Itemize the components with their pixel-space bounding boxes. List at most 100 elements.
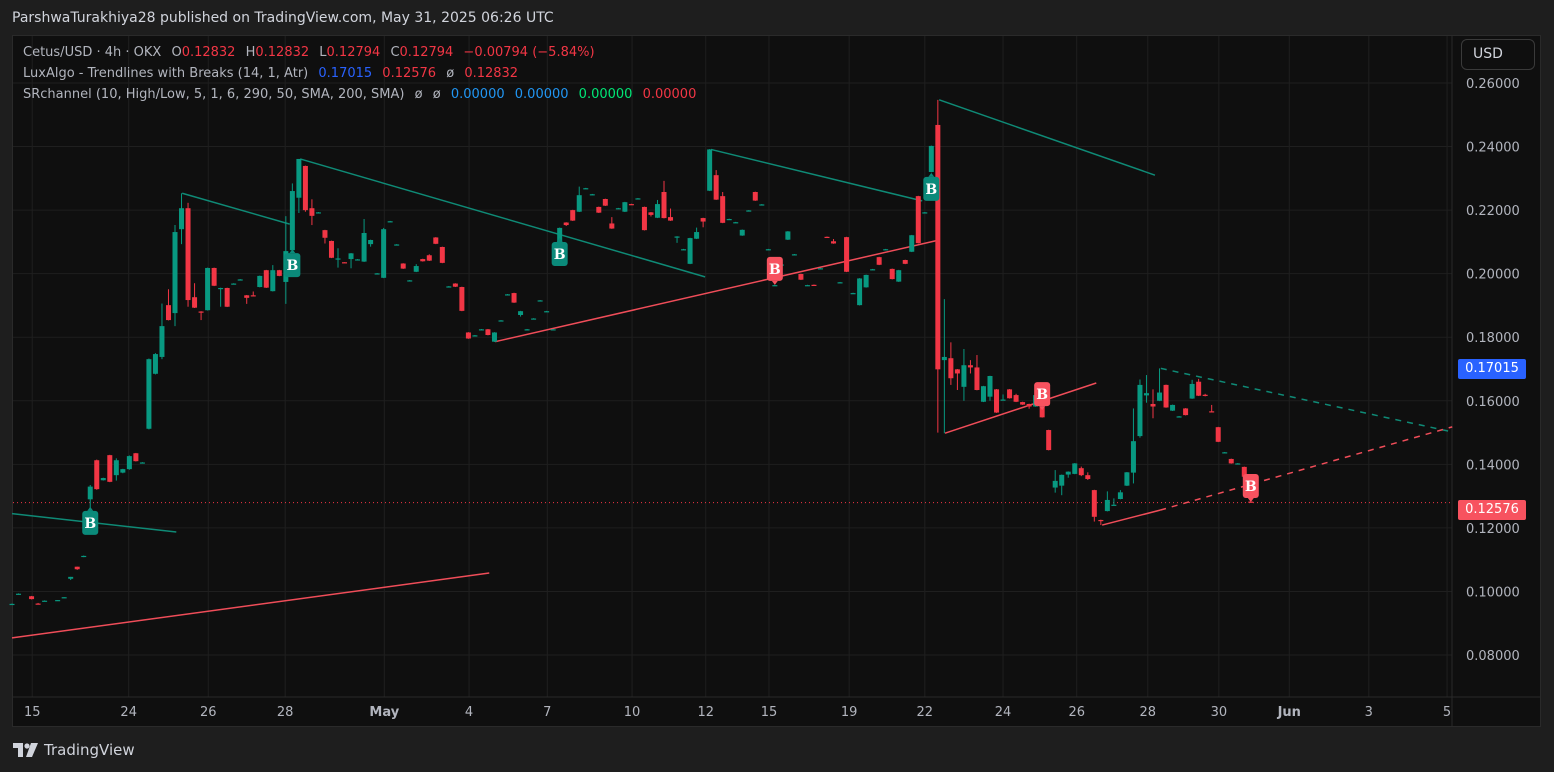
trendline-resistance xyxy=(1160,367,1453,433)
candle-body xyxy=(720,196,726,223)
candle-body xyxy=(967,365,973,368)
candle xyxy=(615,207,621,210)
candle-body xyxy=(192,297,198,308)
candle-body xyxy=(505,294,511,296)
candle-body xyxy=(257,275,263,288)
candle xyxy=(1183,408,1189,416)
candle-body xyxy=(798,273,804,280)
candle-body xyxy=(139,462,145,464)
break-marker-up: B xyxy=(284,249,301,278)
x-tick-label: 26 xyxy=(1068,705,1085,720)
candle xyxy=(224,287,230,308)
candle-body xyxy=(681,249,687,251)
candle-body xyxy=(876,257,882,265)
candle xyxy=(765,248,771,251)
tradingview-logo[interactable]: TradingView xyxy=(13,741,135,759)
candle-body xyxy=(9,603,15,606)
candle-body xyxy=(152,354,158,374)
candle xyxy=(681,248,687,251)
candle xyxy=(381,227,387,279)
candle xyxy=(1111,498,1117,506)
candle-body xyxy=(954,369,960,374)
candle-body xyxy=(1222,452,1228,454)
candle-body xyxy=(439,246,445,263)
candle xyxy=(61,597,67,599)
candle-body xyxy=(785,231,791,240)
candle xyxy=(570,209,576,221)
candle-body xyxy=(915,196,921,244)
srchannel-name[interactable]: SRchannel (10, High/Low, 5, 1, 6, 290, 5… xyxy=(23,87,405,102)
luxalgo-legend[interactable]: LuxAlgo - Trendlines with Breaks (14, 1,… xyxy=(23,66,524,81)
candle xyxy=(342,262,348,264)
candle xyxy=(622,201,628,213)
candle-body xyxy=(413,266,419,272)
candle-body xyxy=(81,555,87,558)
candle xyxy=(844,236,850,273)
candle xyxy=(139,462,145,464)
luxalgo-value-1: 0.17015 xyxy=(318,66,373,81)
candle xyxy=(328,240,334,259)
candle xyxy=(100,477,106,481)
candlestick-chart[interactable]: 0.26000 0.24000 0.22000 0.20000 0.18000 0.160… xyxy=(0,0,1554,772)
x-tick-label: 24 xyxy=(120,705,137,720)
candle-body xyxy=(726,219,732,221)
srchannel-legend[interactable]: SRchannel (10, High/Low, 5, 1, 6, 290, 5… xyxy=(23,87,702,102)
candle-body xyxy=(661,192,667,219)
candle-body xyxy=(609,223,615,229)
candle xyxy=(270,265,276,292)
candle xyxy=(94,459,100,490)
candle-body xyxy=(198,311,204,313)
candle-body xyxy=(1183,408,1189,416)
candle xyxy=(524,328,530,331)
candle xyxy=(700,217,706,228)
candle xyxy=(452,283,458,288)
candle-body xyxy=(394,244,400,246)
srchannel-na-2: ø xyxy=(432,87,441,102)
symbol-name[interactable]: Cetus/USD · 4h · OKX xyxy=(23,45,161,60)
candle-body xyxy=(1020,402,1026,405)
candle xyxy=(1013,393,1019,403)
candle xyxy=(922,212,928,214)
candle xyxy=(635,198,641,200)
y-tick-label: 0.22000 xyxy=(1466,204,1520,219)
symbol-legend[interactable]: Cetus/USD · 4h · OKX O0.12832 H0.12832 L… xyxy=(23,45,601,60)
candle xyxy=(55,600,61,602)
break-marker-pointer xyxy=(928,172,935,177)
candle-body xyxy=(746,210,752,212)
x-tick-label: 30 xyxy=(1211,705,1228,720)
candle-body xyxy=(113,460,119,476)
candle-body xyxy=(974,367,980,390)
candle xyxy=(81,555,87,558)
candle-body xyxy=(1124,472,1130,486)
y-tick-label: 0.16000 xyxy=(1466,395,1520,410)
candle xyxy=(439,246,445,264)
candle-body xyxy=(165,305,171,321)
candle-body xyxy=(61,597,67,599)
candle-body xyxy=(896,270,902,282)
candle xyxy=(596,206,602,213)
candle-body xyxy=(980,386,986,402)
candle-body xyxy=(863,274,869,288)
currency-button[interactable]: USD xyxy=(1461,39,1535,70)
x-tick-label: 28 xyxy=(1140,705,1157,720)
break-marker-up: B xyxy=(551,237,568,266)
candle xyxy=(661,180,667,219)
candle xyxy=(537,300,543,302)
candle-body xyxy=(1072,463,1078,474)
candle-body xyxy=(889,268,895,280)
y-tick-label: 0.14000 xyxy=(1466,458,1520,473)
candle xyxy=(1150,389,1156,419)
candle xyxy=(733,221,739,224)
close-label: C xyxy=(390,45,400,60)
candle-body xyxy=(328,240,334,258)
candle xyxy=(857,278,863,306)
break-marker-pointer xyxy=(87,506,94,511)
luxalgo-name[interactable]: LuxAlgo - Trendlines with Breaks (14, 1,… xyxy=(23,66,308,81)
candle-body xyxy=(615,208,621,210)
candle xyxy=(1085,472,1091,480)
candle xyxy=(1065,471,1071,478)
candle-body xyxy=(654,204,660,218)
candle-body xyxy=(1143,393,1149,396)
candle-body xyxy=(426,255,432,261)
candle xyxy=(1124,471,1130,486)
